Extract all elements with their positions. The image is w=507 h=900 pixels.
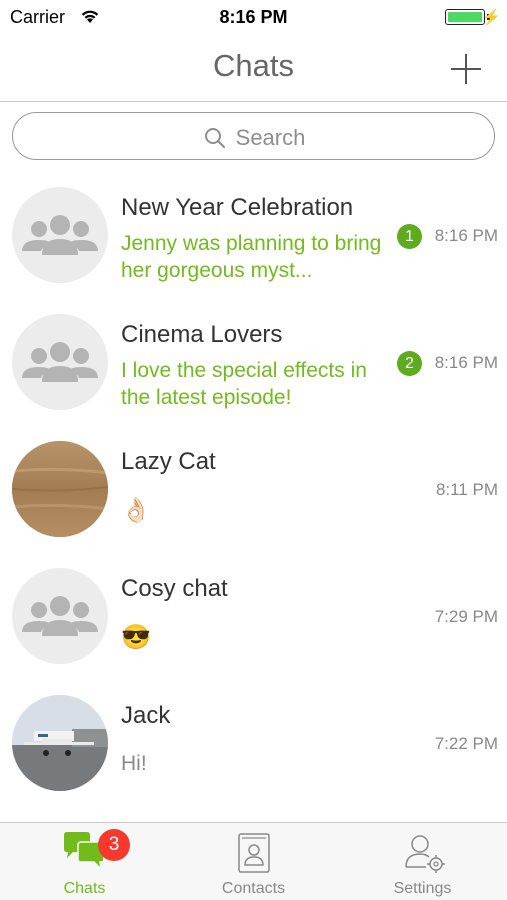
search-icon xyxy=(204,127,226,149)
avatar xyxy=(12,441,108,537)
chat-preview: Hi! xyxy=(121,752,147,775)
group-avatar-icon xyxy=(12,187,108,283)
tab-label: Settings xyxy=(393,880,452,897)
chat-bubbles-icon xyxy=(60,831,105,873)
unread-badge: 2 xyxy=(397,351,422,376)
chat-time: 7:22 PM xyxy=(434,734,498,753)
charging-icon: ⚡ xyxy=(482,9,501,26)
chat-preview: Jenny was planning to bring her gorgeous… xyxy=(121,232,382,282)
chat-row-lazy-cat[interactable]: Lazy Cat 👌🏻 8:11 PM xyxy=(0,424,507,550)
chat-time: 8:16 PM xyxy=(434,226,498,245)
tab-chats[interactable]: 3 Chats xyxy=(0,823,169,900)
add-chat-button[interactable] xyxy=(451,54,481,84)
chat-time: 7:29 PM xyxy=(434,607,498,626)
contacts-book-icon xyxy=(233,831,275,873)
tab-label: Chats xyxy=(63,880,106,897)
tab-bar: 3 Chats Contacts Settings xyxy=(0,822,507,900)
tab-contacts[interactable]: Contacts xyxy=(169,823,338,900)
chat-time: 8:11 PM xyxy=(435,480,498,499)
settings-user-gear-icon xyxy=(402,831,445,873)
chat-name: Jack xyxy=(121,702,171,729)
chat-preview-emoji: 👌🏻 xyxy=(121,497,151,524)
tab-settings[interactable]: Settings xyxy=(338,823,507,900)
search-placeholder: Search xyxy=(235,125,306,150)
tab-label: Contacts xyxy=(221,880,286,897)
group-avatar-icon xyxy=(12,568,108,664)
unread-count-badge: 3 xyxy=(98,829,130,861)
chat-preview: I love the special effects in the latest… xyxy=(121,359,367,409)
plus-icon-stem xyxy=(465,54,467,84)
chat-time: 8:16 PM xyxy=(434,353,498,372)
chat-name: New Year Celebration xyxy=(121,194,354,221)
page-title: Chats xyxy=(213,48,294,83)
chat-row-cinema-lovers[interactable]: Cinema Lovers I love the special effects… xyxy=(0,297,507,423)
chat-row-jack[interactable]: Jack Hi! 7:22 PM xyxy=(0,678,507,804)
group-avatar-icon xyxy=(12,314,108,410)
avatar xyxy=(12,695,108,791)
search-input[interactable]: Search xyxy=(12,112,495,160)
chat-name: Cinema Lovers xyxy=(121,321,283,348)
chat-name: Lazy Cat xyxy=(121,448,216,475)
chat-row-new-year-celebration[interactable]: New Year Celebration Jenny was planning … xyxy=(0,170,507,296)
unread-badge: 1 xyxy=(397,224,422,249)
status-time: 8:16 PM xyxy=(219,7,288,27)
status-bar: Carrier 8:16 PM ⚡ xyxy=(0,0,507,34)
chat-name: Cosy chat xyxy=(121,575,228,602)
battery-icon xyxy=(445,9,485,25)
chat-row-cosy-chat[interactable]: Cosy chat 😎 7:29 PM xyxy=(0,551,507,677)
nav-bar: Chats xyxy=(0,34,507,102)
chat-preview-emoji: 😎 xyxy=(121,624,151,651)
